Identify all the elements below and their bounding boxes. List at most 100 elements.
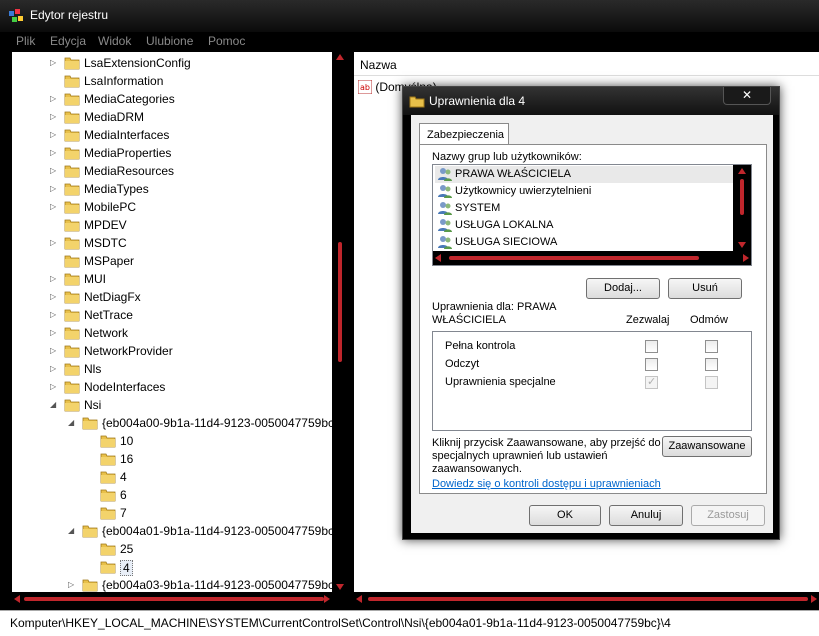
tree-item-label: Network — [84, 326, 129, 340]
registry-editor-window: Edytor rejestru Plik Edycja Widok Ulubio… — [0, 0, 819, 636]
cancel-button[interactable]: Anuluj — [609, 505, 683, 526]
folder-icon — [64, 164, 80, 178]
user-list-item[interactable]: PRAWA WŁAŚCICIELA — [435, 166, 735, 183]
advanced-button[interactable]: Zaawansowane — [662, 436, 752, 457]
expand-arrow-icon[interactable]: ▷ — [50, 148, 58, 157]
folder-icon — [100, 434, 116, 448]
values-horizontal-scrollbar[interactable] — [354, 592, 819, 606]
tree-item[interactable]: 6 — [12, 486, 332, 504]
collapse-arrow-icon[interactable]: ◢ — [50, 400, 58, 409]
expand-arrow-icon[interactable]: ▷ — [50, 274, 58, 283]
collapse-arrow-icon[interactable]: ◢ — [68, 526, 76, 535]
tree-item[interactable]: MSPaper — [12, 252, 332, 270]
expand-arrow-icon[interactable]: ▷ — [50, 364, 58, 373]
folder-icon — [64, 146, 80, 160]
tree-item[interactable]: ◢ {eb004a01-9b1a-11d4-9123-0050047759bc} — [12, 522, 332, 540]
expand-arrow-icon[interactable]: ▷ — [50, 382, 58, 391]
user-list-item[interactable]: SYSTEM — [435, 200, 735, 217]
tree-item[interactable]: ◢ Nsi — [12, 396, 332, 414]
folder-icon — [82, 416, 98, 430]
tree-item[interactable]: ▷ MSDTC — [12, 234, 332, 252]
expand-arrow-icon[interactable]: ▷ — [50, 238, 58, 247]
tree-item[interactable]: ▷ LsaExtensionConfig — [12, 54, 332, 72]
folder-icon — [64, 380, 80, 394]
allow-checkbox[interactable] — [645, 340, 658, 353]
tree-item-label: 16 — [120, 452, 134, 466]
deny-checkbox[interactable] — [705, 340, 718, 353]
menu-widok[interactable]: Widok — [98, 34, 131, 48]
users-list-hscroll[interactable] — [433, 251, 751, 265]
tree-item[interactable]: MPDEV — [12, 216, 332, 234]
tree-item[interactable]: ▷ NetTrace — [12, 306, 332, 324]
allow-checkbox[interactable] — [645, 375, 658, 389]
tree-item[interactable]: ▷ Nls — [12, 360, 332, 378]
dialog-close-button[interactable]: ✕ — [723, 87, 771, 105]
tree-item[interactable]: ▷ NetworkProvider — [12, 342, 332, 360]
access-control-help-link[interactable]: Dowiedz się o kontroli dostępu i uprawni… — [432, 478, 661, 490]
tree-item[interactable]: ▷ MediaTypes — [12, 180, 332, 198]
tree-item[interactable]: ▷ {eb004a03-9b1a-11d4-9123-0050047759bc} — [12, 576, 332, 592]
tree-item[interactable]: 4 — [12, 558, 332, 576]
tree-item[interactable]: ▷ NetDiagFx — [12, 288, 332, 306]
menu-pomoc[interactable]: Pomoc — [208, 34, 245, 48]
expand-arrow-icon[interactable]: ▷ — [50, 346, 58, 355]
tree-item[interactable]: ▷ MediaProperties — [12, 144, 332, 162]
folder-icon — [64, 254, 80, 268]
tree-item[interactable]: ◢ {eb004a00-9b1a-11d4-9123-0050047759bc} — [12, 414, 332, 432]
user-list-item[interactable]: Użytkownicy uwierzytelnieni — [435, 183, 735, 200]
users-list-vscroll[interactable] — [733, 165, 751, 251]
expand-arrow-icon[interactable]: ▷ — [50, 166, 58, 175]
tree-item[interactable]: ▷ MUI — [12, 270, 332, 288]
expand-arrow-icon[interactable]: ▷ — [50, 292, 58, 301]
remove-button[interactable]: Usuń — [668, 278, 742, 299]
expand-arrow-icon[interactable]: ▷ — [50, 130, 58, 139]
tree-item[interactable]: ▷ MediaDRM — [12, 108, 332, 126]
tree-item[interactable]: ▷ MobilePC — [12, 198, 332, 216]
tree-horizontal-scrollbar[interactable] — [12, 592, 332, 606]
tree-item-label: MediaInterfaces — [84, 128, 170, 142]
menu-plik[interactable]: Plik — [16, 34, 35, 48]
allow-checkbox[interactable] — [645, 358, 658, 371]
title-bar[interactable]: Edytor rejestru — [0, 0, 819, 32]
tree-item[interactable]: 25 — [12, 540, 332, 558]
user-name: PRAWA WŁAŚCICIELA — [455, 168, 571, 180]
ok-button[interactable]: OK — [529, 505, 601, 526]
tree-item[interactable]: ▷ MediaResources — [12, 162, 332, 180]
tree-item[interactable]: 16 — [12, 450, 332, 468]
deny-checkbox[interactable] — [705, 376, 718, 389]
expand-arrow-icon[interactable]: ▷ — [50, 184, 58, 193]
menu-edycja[interactable]: Edycja — [50, 34, 86, 48]
collapse-arrow-icon[interactable]: ◢ — [68, 418, 76, 427]
expand-arrow-icon[interactable]: ▷ — [50, 58, 58, 67]
deny-checkbox[interactable] — [705, 358, 718, 371]
expand-arrow-icon[interactable]: ▷ — [68, 580, 76, 589]
expand-arrow-icon[interactable]: ▷ — [50, 328, 58, 337]
folder-icon — [64, 74, 80, 88]
regedit-icon — [9, 9, 23, 22]
tree-vertical-scrollbar[interactable] — [332, 52, 348, 592]
tree-item[interactable]: ▷ MediaInterfaces — [12, 126, 332, 144]
tree-item[interactable]: 7 — [12, 504, 332, 522]
tree-item[interactable]: ▷ MediaCategories — [12, 90, 332, 108]
tree-item-label: 4 — [120, 560, 133, 576]
tab-security[interactable]: Zabezpieczenia — [419, 123, 509, 145]
tree-item[interactable]: ▷ Network — [12, 324, 332, 342]
menu-ulubione[interactable]: Ulubione — [146, 34, 193, 48]
users-list[interactable]: USŁUGA SIECIOWA USŁUGA LOKALNA SYSTEM Użytk… — [432, 164, 752, 266]
tree-item[interactable]: LsaInformation — [12, 72, 332, 90]
column-header-name[interactable]: Nazwa — [354, 52, 819, 76]
user-list-item[interactable]: USŁUGA LOKALNA — [435, 217, 735, 234]
expand-arrow-icon[interactable]: ▷ — [50, 94, 58, 103]
expand-arrow-icon[interactable]: ▷ — [50, 112, 58, 121]
tree-item[interactable]: 10 — [12, 432, 332, 450]
dialog-title-bar[interactable]: Uprawnienia dla 4 ✕ — [403, 87, 779, 115]
tree-item[interactable]: 4 — [12, 468, 332, 486]
add-button[interactable]: Dodaj... — [586, 278, 660, 299]
expand-arrow-icon[interactable]: ▷ — [50, 202, 58, 211]
expand-arrow-icon[interactable]: ▷ — [50, 310, 58, 319]
apply-button[interactable]: Zastosuj — [691, 505, 765, 526]
folder-icon — [100, 488, 116, 502]
user-list-item[interactable]: USŁUGA SIECIOWA — [435, 234, 735, 251]
registry-tree[interactable]: ▷ LsaExtensionConfig LsaInformation ▷ MediaC… — [12, 52, 332, 592]
tree-item[interactable]: ▷ NodeInterfaces — [12, 378, 332, 396]
